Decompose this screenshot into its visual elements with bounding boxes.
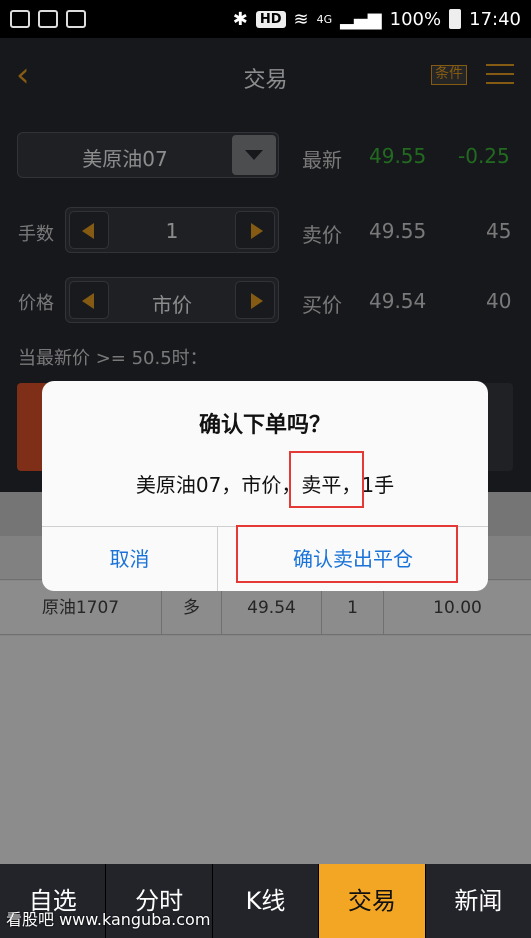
wifi-icon: ≋ [293, 8, 309, 30]
tab-news[interactable]: 新闻 [426, 864, 531, 938]
bluetooth-icon: ✱ [232, 8, 248, 30]
highlight-box-confirm [236, 525, 458, 583]
watermark: 看股吧 www.kanguba.com [6, 910, 211, 929]
tab-trade[interactable]: 交易 [319, 864, 426, 938]
app-notification-icon-2 [66, 10, 86, 28]
status-bar: ✱ HD ≋ 4G ▂▄▆ 100% 17:40 [0, 0, 531, 38]
dialog-title: 确认下单吗？ [198, 413, 331, 438]
app-notification-icon [38, 10, 58, 28]
network-type: 4G [316, 12, 333, 26]
battery-icon [449, 9, 462, 29]
gallery-notification-icon [10, 10, 30, 28]
highlight-box-sell-close [289, 451, 364, 508]
hd-badge: HD [255, 10, 286, 28]
tab-kline[interactable]: K线 [213, 864, 320, 938]
signal-icon: ▂▄▆ [340, 8, 382, 30]
clock: 17:40 [469, 8, 521, 30]
dialog-message: 美原油07，市价，卖平，1手 [135, 473, 395, 497]
battery-percent: 100% [389, 8, 442, 30]
cancel-button[interactable]: 取消 [42, 527, 217, 591]
